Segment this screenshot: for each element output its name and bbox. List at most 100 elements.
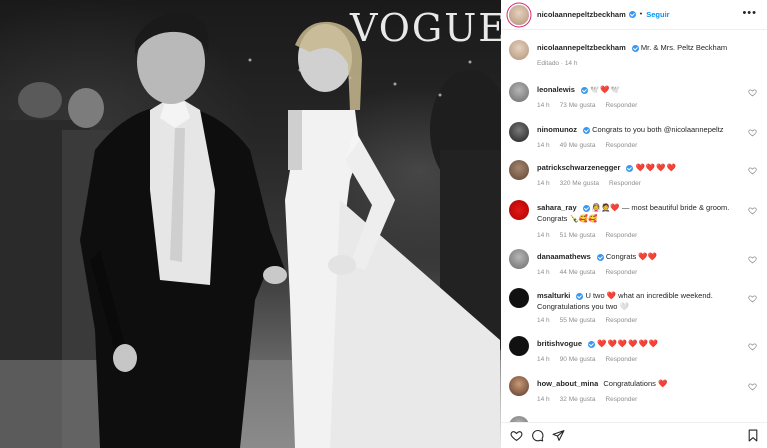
comment-time: 14 h: [537, 269, 550, 276]
commenter-avatar[interactable]: [509, 249, 529, 269]
author-username[interactable]: nicolaannepeltzbeckham: [537, 10, 626, 19]
vogue-watermark: VOGUE: [350, 6, 501, 50]
more-options-icon[interactable]: •••: [742, 8, 757, 19]
commenter-avatar[interactable]: [509, 122, 529, 142]
post-header: nicolaannepeltzbeckham • Seguir •••: [501, 0, 767, 30]
commenter-avatar[interactable]: [509, 288, 529, 308]
comment-time: 14 h: [537, 396, 550, 403]
caption-meta: Editado · 14 h: [537, 60, 587, 67]
comment-username[interactable]: sahara_ray: [537, 203, 577, 212]
comment-username[interactable]: msalturki: [537, 291, 570, 300]
comment-likes[interactable]: 320 Me gusta: [560, 180, 599, 187]
like-comment-heart-icon[interactable]: [748, 294, 757, 303]
caption-avatar[interactable]: [509, 40, 529, 60]
header-separator: •: [639, 11, 643, 18]
caption: nicolaannepeltzbeckham Mr. & Mrs. Peltz …: [509, 40, 759, 76]
comment-time: 14 h: [537, 356, 550, 363]
comment-item: patrickschwarzenegger ❤️❤️❤️❤️ 14 h 320 M…: [509, 160, 759, 194]
comment-likes[interactable]: 51 Me gusta: [560, 232, 596, 239]
caption-username[interactable]: nicolaannepeltzbeckham: [537, 43, 626, 52]
reply-button[interactable]: Responder: [605, 269, 637, 276]
comment-text: patrickschwarzenegger ❤️❤️❤️❤️: [537, 162, 732, 173]
reply-button[interactable]: Responder: [609, 180, 641, 187]
send-icon[interactable]: [552, 429, 565, 442]
comment-text: ninomunoz Congrats to you both @nicolaan…: [537, 124, 732, 135]
comment-username[interactable]: leonalewis: [537, 85, 575, 94]
comment-meta: 14 h 73 Me gusta Responder: [537, 102, 647, 109]
like-comment-heart-icon[interactable]: [748, 255, 757, 264]
like-comment-heart-icon[interactable]: [748, 88, 757, 97]
comment-meta: 14 h 32 Me gusta Responder: [537, 396, 647, 403]
comment-text: sahara_ray 👰🤵❤️ — most beautiful bride &…: [537, 202, 732, 224]
post-photo[interactable]: VOGUE: [0, 0, 501, 448]
comment-body: Congratulations ❤️: [603, 379, 668, 388]
reply-button[interactable]: Responder: [605, 102, 637, 109]
comment-username[interactable]: patrickschwarzenegger: [537, 163, 620, 172]
comment-text: britishvogue ❤️❤️❤️❤️❤️❤️: [537, 338, 732, 349]
comment-text: how_about_mina Congratulations ❤️: [537, 378, 732, 389]
verified-badge-icon: [588, 340, 596, 348]
like-comment-heart-icon[interactable]: [748, 342, 757, 351]
comment-username[interactable]: danaamathews: [537, 252, 591, 261]
heart-icon[interactable]: [510, 429, 523, 442]
comment-likes[interactable]: 73 Me gusta: [560, 102, 596, 109]
reply-button[interactable]: Responder: [605, 396, 637, 403]
reply-button[interactable]: Responder: [605, 232, 637, 239]
comment-time: 14 h: [537, 317, 550, 324]
wedding-photo-scene: [0, 13, 501, 448]
comment-likes[interactable]: 49 Me gusta: [560, 142, 596, 149]
comment-body: Congrats to you both @nicolaannepeltz: [592, 125, 724, 134]
comment-text: leonalewis 🕊️❤️🕊️: [537, 84, 732, 95]
comment-text: danaamathews Congrats ❤️❤️: [537, 251, 732, 262]
comment-meta: 14 h 320 Me gusta Responder: [537, 180, 651, 187]
comment-item: leonalewis 🕊️❤️🕊️ 14 h 73 Me gusta Respond…: [509, 82, 759, 116]
commenter-avatar[interactable]: [509, 200, 529, 220]
reply-button[interactable]: Responder: [605, 356, 637, 363]
comment-item: how_about_mina Congratulations ❤️ 14 h 32…: [509, 376, 759, 410]
like-comment-heart-icon[interactable]: [748, 166, 757, 175]
post-sidebar: nicolaannepeltzbeckham • Seguir ••• nico…: [501, 0, 767, 448]
reply-button[interactable]: Responder: [605, 317, 637, 324]
like-comment-heart-icon[interactable]: [748, 206, 757, 215]
commenter-avatar[interactable]: [509, 376, 529, 396]
comment-time: 14 h: [537, 142, 550, 149]
post-actions-bar: [501, 422, 767, 448]
comment-item: ninomunoz Congrats to you both @nicolaan…: [509, 122, 759, 156]
comment-meta: 14 h 49 Me gusta Responder: [537, 142, 647, 149]
comment-body: ❤️❤️❤️❤️: [635, 163, 677, 172]
like-comment-heart-icon[interactable]: [748, 128, 757, 137]
comment-body: ❤️❤️❤️❤️❤️❤️: [597, 339, 660, 348]
commenter-avatar[interactable]: [509, 336, 529, 356]
follow-button[interactable]: Seguir: [646, 10, 669, 19]
comment-icon[interactable]: [531, 429, 544, 442]
comment-time: 14 h: [537, 232, 550, 239]
comment-meta: 14 h 55 Me gusta Responder: [537, 317, 647, 324]
comment-username[interactable]: ninomunoz: [537, 125, 577, 134]
caption-edited: Editado · 14 h: [537, 60, 578, 67]
comment-meta: 14 h 51 Me gusta Responder: [537, 232, 647, 239]
comment-body: 🕊️❤️🕊️: [590, 85, 622, 94]
verified-badge-icon: [628, 11, 636, 18]
like-comment-heart-icon[interactable]: [748, 382, 757, 391]
verified-badge-icon: [626, 164, 634, 172]
comment-item: britishvogue ❤️❤️❤️❤️❤️❤️ 14 h 90 Me gust…: [509, 336, 759, 370]
author-avatar[interactable]: [509, 4, 529, 25]
comment-item: msalturki U two ❤️ what an incredible we…: [509, 288, 759, 334]
reply-button[interactable]: Responder: [605, 142, 637, 149]
comment-item: sahara_ray 👰🤵❤️ — most beautiful bride &…: [509, 200, 759, 246]
comment-item: danaamathews Congrats ❤️❤️ 14 h 44 Me gus…: [509, 249, 759, 283]
comment-likes[interactable]: 32 Me gusta: [560, 396, 596, 403]
caption-body: Mr. & Mrs. Peltz Beckham: [640, 43, 728, 52]
comments-list[interactable]: nicolaannepeltzbeckham Mr. & Mrs. Peltz …: [501, 30, 767, 422]
commenter-avatar[interactable]: [509, 160, 529, 180]
comment-likes[interactable]: 90 Me gusta: [560, 356, 596, 363]
commenter-avatar[interactable]: [509, 82, 529, 102]
bookmark-icon[interactable]: [747, 429, 759, 442]
comment-username[interactable]: how_about_mina: [537, 379, 598, 388]
verified-badge-icon: [631, 44, 639, 52]
comment-time: 14 h: [537, 180, 550, 187]
comment-likes[interactable]: 44 Me gusta: [560, 269, 596, 276]
comment-username[interactable]: britishvogue: [537, 339, 582, 348]
comment-likes[interactable]: 55 Me gusta: [560, 317, 596, 324]
comment-text: msalturki U two ❤️ what an incredible we…: [537, 290, 732, 312]
